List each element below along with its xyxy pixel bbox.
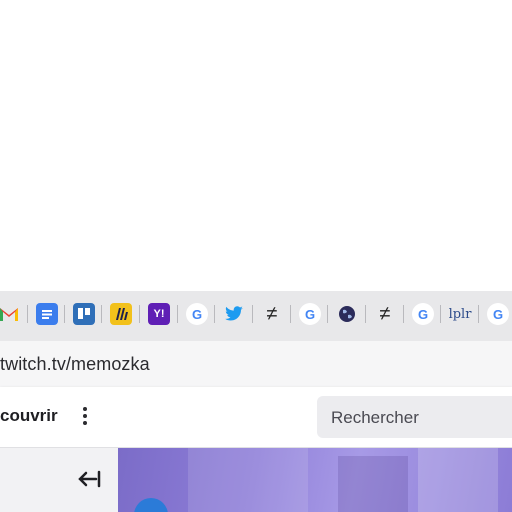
bookmark-separator [290, 305, 291, 323]
twitter-icon[interactable] [223, 303, 245, 325]
bookmark-separator [177, 305, 178, 323]
avatar[interactable] [134, 498, 168, 512]
blank-page-area [0, 0, 512, 291]
bookmark-separator [327, 305, 328, 323]
trello-icon[interactable] [73, 303, 95, 325]
search-input[interactable]: Rechercher [317, 396, 512, 438]
stream-preview-panel [188, 448, 308, 512]
bookmark-site-icon[interactable]: lplr [449, 303, 472, 325]
bookmark-separator [139, 305, 140, 323]
collapse-sidebar-icon[interactable] [78, 470, 102, 488]
stream-preview[interactable] [118, 448, 512, 512]
browse-link[interactable]: couvrir [0, 406, 58, 426]
bookmark-separator [27, 305, 28, 323]
google-icon[interactable]: G [186, 303, 208, 325]
side-nav [0, 448, 118, 512]
bookmark-separator [403, 305, 404, 323]
stream-preview-panel [338, 456, 408, 512]
not-equal-icon[interactable]: ≠ [374, 303, 396, 325]
google-icon[interactable]: G [299, 303, 321, 325]
more-options-icon[interactable] [76, 403, 94, 429]
bookmark-separator [365, 305, 366, 323]
search-placeholder: Rechercher [331, 408, 419, 427]
address-bar[interactable]: twitch.tv/memozka [0, 341, 512, 388]
google-icon[interactable]: G [487, 303, 509, 325]
bookmark-separator [101, 305, 102, 323]
bookmark-separator [252, 305, 253, 323]
docs-icon[interactable] [36, 303, 58, 325]
miro-icon[interactable] [110, 303, 132, 325]
stream-preview-panel [418, 448, 498, 512]
url-text[interactable]: twitch.tv/memozka [0, 354, 150, 375]
bookmark-separator [214, 305, 215, 323]
bookmark-separator [440, 305, 441, 323]
google-icon[interactable]: G [412, 303, 434, 325]
twitch-top-nav: couvrir Rechercher [0, 387, 512, 448]
bookmark-separator [478, 305, 479, 323]
bookmark-separator [64, 305, 65, 323]
yahoo-icon[interactable]: Y! [148, 303, 170, 325]
not-equal-icon[interactable]: ≠ [261, 303, 283, 325]
bookmarks-bar: Y! G ≠ G ≠ G lplr G [0, 291, 512, 342]
gmail-icon[interactable] [0, 303, 20, 325]
globe-icon[interactable] [336, 303, 358, 325]
